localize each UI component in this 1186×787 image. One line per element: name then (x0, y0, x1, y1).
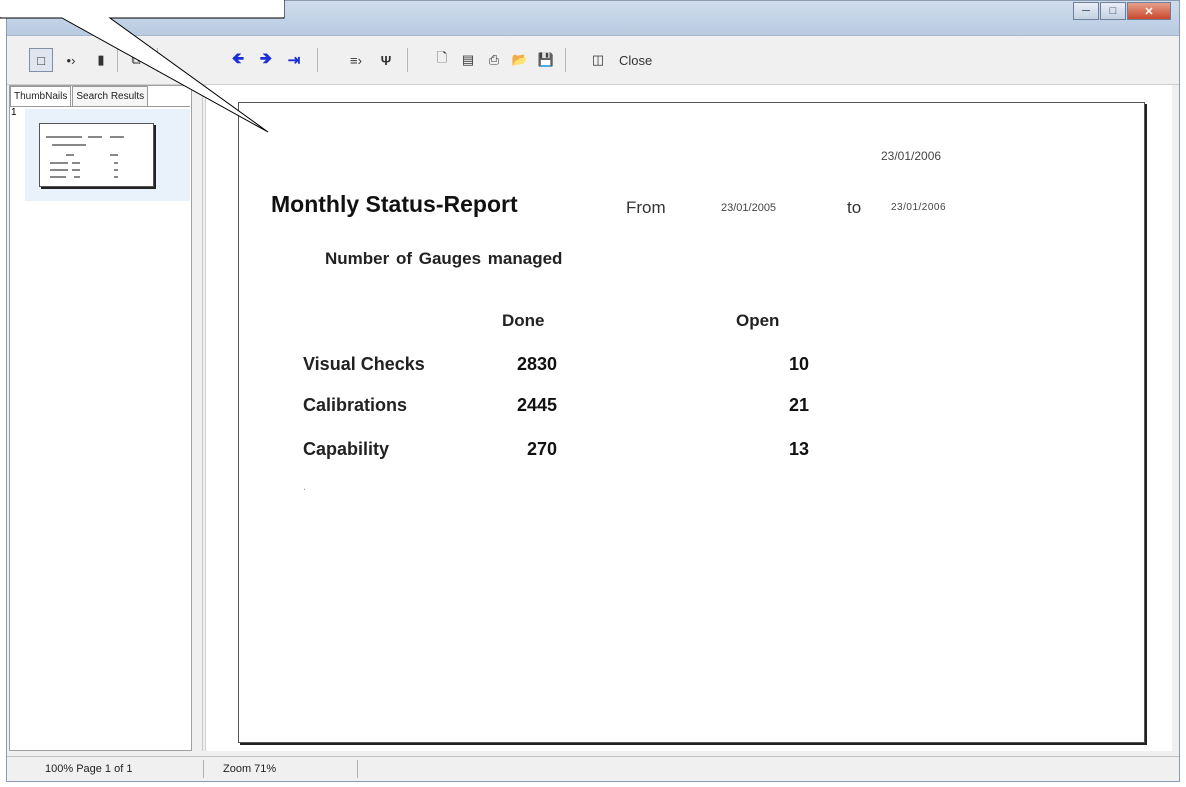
toolbar-separator (407, 48, 408, 72)
last-page-button[interactable]: ⇥ (283, 48, 305, 72)
thumb-line (50, 169, 68, 171)
export-icon: ▤ (461, 52, 475, 67)
thumb-line (74, 176, 80, 178)
thumb-line (46, 136, 82, 138)
open-icon: 📂 (511, 52, 529, 67)
two-pages-button[interactable]: •› (59, 48, 83, 72)
goto-page-icon: ≡› (350, 52, 362, 68)
previous-page-button[interactable]: 🡸 (227, 48, 249, 72)
minimize-button[interactable]: ─ (1073, 2, 1099, 20)
print-date: 23/01/2006 (881, 149, 942, 163)
window-close-button[interactable]: ✕ (1127, 2, 1171, 20)
row-done-value: 2445 (516, 395, 557, 415)
row-open-value: 10 (788, 354, 809, 374)
maximize-icon: □ (1109, 5, 1117, 17)
thumb-line (50, 176, 66, 178)
page-width-button[interactable]: ▮ (89, 48, 113, 72)
status-separator (203, 760, 204, 778)
stray-mark: . (303, 481, 307, 493)
to-date: 23/01/2006 (891, 202, 947, 213)
print-icon: ⎙ (488, 52, 500, 67)
find-icon: Ψ (380, 52, 392, 68)
thumb-line (72, 162, 80, 164)
find-button[interactable]: Ψ (375, 48, 397, 72)
thumb-line (50, 162, 68, 164)
thumb-line (110, 154, 118, 156)
to-label: to (847, 198, 862, 217)
toolbar-separator (157, 48, 158, 72)
new-page-icon: 🗋 (436, 50, 448, 65)
thumbnail-page-preview (39, 123, 154, 187)
multi-page-icon: ⧉ (131, 52, 141, 67)
save-button[interactable]: 💾 (535, 48, 557, 72)
last-page-icon: ⇥ (287, 52, 301, 69)
row-label: Capability (303, 439, 390, 459)
report-title: Monthly Status-Report (271, 191, 518, 217)
thumb-line (66, 154, 74, 156)
thumb-line (52, 144, 86, 146)
column-header-done: Done (502, 311, 545, 330)
page-width-icon: ▮ (97, 52, 105, 67)
report-subtitle: Number of Gauges managed (325, 249, 563, 268)
page-thumbnail[interactable]: 1 (11, 107, 190, 201)
open-button[interactable]: 📂 (509, 48, 531, 72)
close-button-label: Close (619, 52, 653, 68)
row-done-value: 2830 (516, 354, 557, 374)
window-controls: ─ □ ✕ (1072, 2, 1171, 20)
exit-button[interactable]: ◫ (587, 48, 609, 72)
toolbar-separator (317, 48, 318, 72)
report-preview-window: ─ □ ✕ □ •› ▮ ⧉ 🡸 🡺 ⇥ ≡› Ψ 🗋 ▤ ⎙ 📂 💾 ◫ Cl… (6, 0, 1180, 782)
tab-thumbnails[interactable]: ThumbNails (10, 86, 72, 107)
save-icon: 💾 (537, 52, 555, 67)
thumb-line (72, 169, 80, 171)
panel-tabs: ThumbNails Search Results (10, 86, 149, 107)
thumb-line (110, 136, 124, 138)
two-pages-icon: •› (66, 52, 76, 68)
row-label: Visual Checks (303, 354, 425, 374)
toolbar-separator (117, 48, 118, 72)
goto-page-button[interactable]: ≡› (345, 48, 367, 72)
report-viewer[interactable]: 23/01/2006 Monthly Status-Report From 23… (205, 85, 1172, 751)
print-button[interactable]: ⎙ (483, 48, 505, 72)
thumb-line (88, 136, 102, 138)
row-done-value: 270 (526, 439, 557, 459)
row-open-value: 13 (788, 439, 809, 459)
single-page-button[interactable]: □ (29, 48, 53, 72)
maximize-button[interactable]: □ (1100, 2, 1126, 20)
tab-search-results[interactable]: Search Results (72, 86, 149, 107)
panel-splitter[interactable] (202, 85, 203, 751)
thumb-line (114, 162, 118, 164)
close-icon: ✕ (1144, 5, 1154, 18)
exit-door-icon: ◫ (591, 52, 605, 67)
toolbar: □ •› ▮ ⧉ 🡸 🡺 ⇥ ≡› Ψ 🗋 ▤ ⎙ 📂 💾 ◫ Close (7, 36, 1179, 85)
row-label: Calibrations (303, 395, 408, 415)
from-date: 23/01/2005 (721, 202, 777, 214)
row-open-value: 21 (788, 395, 809, 415)
status-separator (357, 760, 358, 778)
status-zoom: Zoom 71% (223, 763, 277, 775)
thumbnail-page-number: 1 (11, 107, 17, 118)
minimize-icon: ─ (1082, 5, 1090, 17)
title-bar[interactable]: ─ □ ✕ (7, 1, 1179, 36)
status-bar: 100% Page 1 of 1 Zoom 71% (7, 756, 1179, 781)
column-header-open: Open (736, 311, 780, 330)
report-page: 23/01/2006 Monthly Status-Report From 23… (238, 102, 1145, 743)
toolbar-separator (565, 48, 566, 72)
previous-page-icon: 🡸 (231, 49, 245, 67)
new-page-button[interactable]: 🗋 (431, 48, 453, 72)
thumb-line (114, 176, 118, 178)
thumbnail-list (11, 106, 190, 749)
status-page-info: 100% Page 1 of 1 (45, 763, 133, 775)
from-label: From (626, 198, 666, 217)
thumb-line (114, 169, 118, 171)
next-page-button[interactable]: 🡺 (255, 48, 277, 72)
close-button[interactable]: Close (619, 48, 673, 72)
single-page-icon: □ (37, 52, 45, 68)
multi-page-button[interactable]: ⧉ (123, 48, 149, 72)
export-button[interactable]: ▤ (457, 48, 479, 72)
next-page-icon: 🡺 (259, 49, 273, 67)
